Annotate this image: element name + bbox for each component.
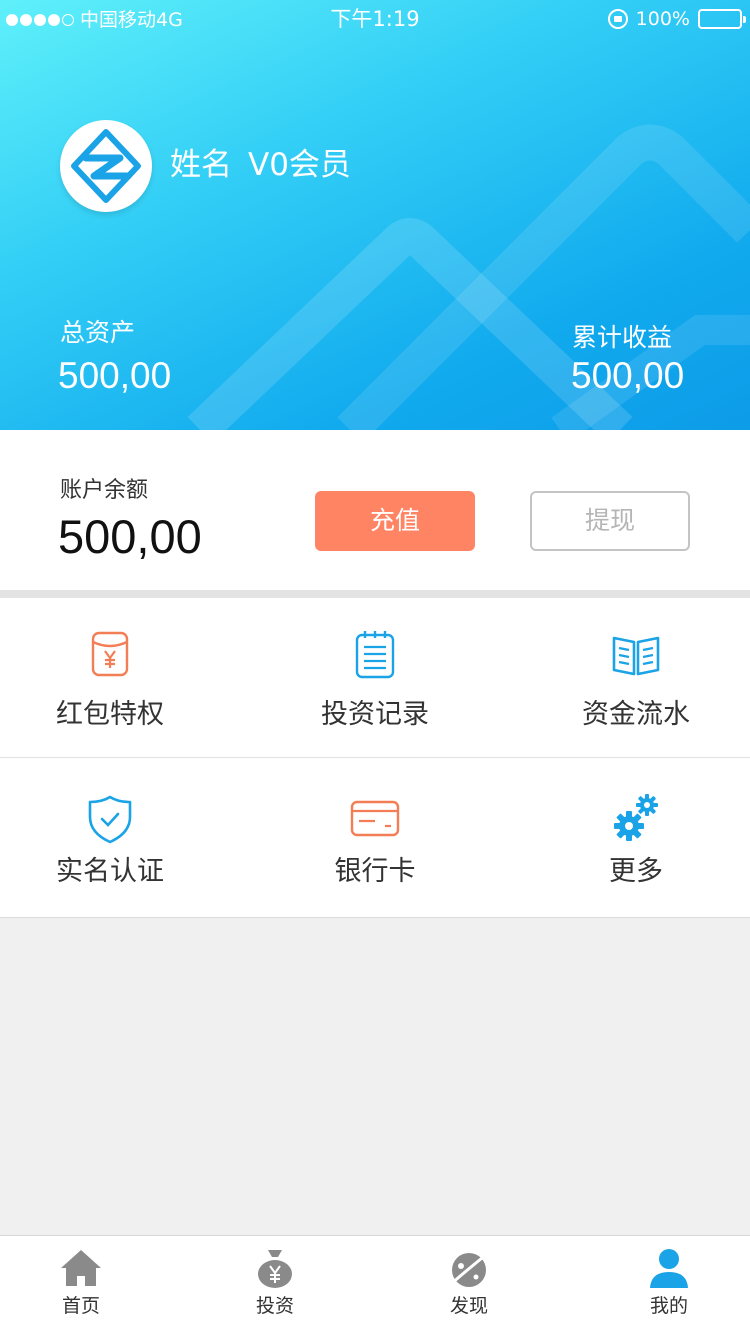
home-icon <box>61 1250 101 1286</box>
menu-item-cash-flow[interactable]: 资金流水 <box>511 598 750 758</box>
section-divider <box>0 590 750 598</box>
total-income-label: 累计收益 <box>572 323 673 352</box>
menu-item-investment-records[interactable]: 投资记录 <box>250 598 500 758</box>
rotation-lock-icon <box>607 9 628 29</box>
money-bag-icon <box>258 1250 292 1288</box>
feature-row: 红包特权 投资记录 资金流水 <box>0 598 750 758</box>
menu-item-label: 红包特权 <box>56 699 164 730</box>
open-book-icon <box>612 636 660 676</box>
tab-invest[interactable]: 投资 <box>180 1236 370 1332</box>
shield-check-icon <box>88 795 132 844</box>
withdraw-button[interactable]: 提现 <box>530 491 690 551</box>
total-assets-label: 总资产 <box>60 318 136 347</box>
menu-item-label: 投资记录 <box>321 699 429 730</box>
menu-item-red-envelope[interactable]: 红包特权 <box>0 598 235 758</box>
balance-section: 账户余额 500,00 充值 提现 <box>0 430 750 590</box>
feature-row: 实名认证 银行卡 更多 <box>0 758 750 918</box>
tab-label: 首页 <box>61 1295 100 1317</box>
menu-item-bank-card[interactable]: 银行卡 <box>250 758 500 918</box>
user-name: 姓名 <box>170 147 232 183</box>
recharge-button[interactable]: 充值 <box>315 491 475 551</box>
user-icon <box>650 1249 688 1288</box>
menu-item-label: 银行卡 <box>334 856 416 887</box>
tab-mine[interactable]: 我的 <box>574 1236 750 1332</box>
tab-discover[interactable]: 发现 <box>374 1236 564 1332</box>
notepad-icon <box>355 631 395 679</box>
profile-header: 中国移动4G 下午1:19 100% 姓名 V0会员 总资产 500,00 累计… <box>0 0 750 430</box>
total-assets-value: 500,00 <box>58 355 172 396</box>
tab-label: 发现 <box>449 1295 488 1317</box>
total-income-value: 500,00 <box>571 355 685 396</box>
gears-icon <box>614 794 658 841</box>
member-level: V0会员 <box>248 147 351 183</box>
tab-bar: 首页 投资 发现 我的 <box>0 1235 750 1332</box>
feature-grid: 红包特权 投资记录 资金流水 实名认证 银行卡 更多 <box>0 598 750 918</box>
avatar[interactable] <box>60 120 152 212</box>
red-envelope-icon <box>91 631 129 677</box>
menu-item-label: 资金流水 <box>582 699 690 730</box>
balance-label: 账户余额 <box>60 478 149 503</box>
battery-percent: 100% <box>635 8 690 30</box>
tab-label: 投资 <box>255 1295 294 1317</box>
tab-home[interactable]: 首页 <box>0 1236 176 1332</box>
balance-value: 500,00 <box>58 510 202 563</box>
planet-icon <box>450 1252 488 1287</box>
menu-item-real-name-auth[interactable]: 实名认证 <box>0 758 235 918</box>
bank-card-icon <box>350 800 400 837</box>
app-logo-icon <box>68 128 144 204</box>
tab-label: 我的 <box>649 1295 688 1317</box>
menu-item-more[interactable]: 更多 <box>511 758 750 918</box>
menu-item-label: 更多 <box>609 856 663 887</box>
menu-item-label: 实名认证 <box>56 856 164 887</box>
battery-icon <box>698 9 746 29</box>
status-bar: 中国移动4G 下午1:19 100% <box>0 0 750 40</box>
